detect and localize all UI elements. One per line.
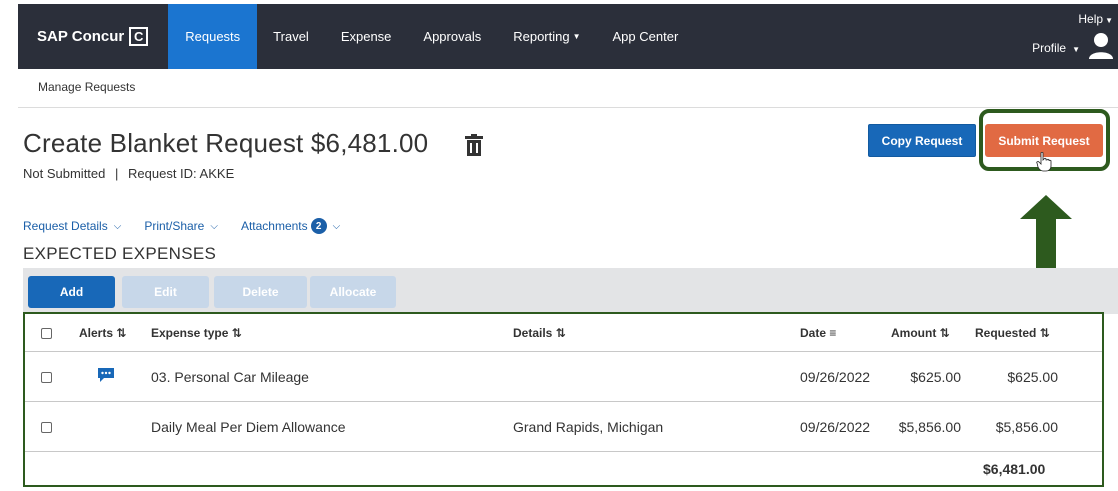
nav-requests-label: Requests	[185, 29, 241, 44]
add-button[interactable]: Add	[28, 276, 115, 308]
section-title: EXPECTED EXPENSES	[23, 244, 217, 263]
trash-icon[interactable]	[464, 134, 484, 156]
nav-reporting[interactable]: Reporting ▼	[497, 4, 596, 69]
nav-approvals-label: Approvals	[423, 29, 482, 44]
green-arrow-icon	[1020, 195, 1072, 269]
print-share-menu[interactable]: Print/Share ⌵	[144, 219, 218, 233]
col-details[interactable]: Details ⇅	[513, 326, 566, 340]
total-amount: $6,481.00	[983, 461, 1046, 477]
top-nav: SAP Concur C Requests Travel Expense App…	[18, 4, 1118, 69]
col-expense-type[interactable]: Expense type ⇅	[151, 326, 242, 340]
status-separator: |	[115, 166, 119, 181]
col-alerts-label: Alerts	[79, 326, 114, 340]
sort-icon: ⇅	[555, 326, 566, 340]
edit-button[interactable]: Edit	[122, 276, 209, 308]
caret-down-icon: ▼	[1105, 16, 1113, 25]
date-cell: 09/26/2022	[800, 419, 871, 435]
request-subnav: Request Details ⌵ Print/Share ⌵ Attachme…	[23, 218, 363, 234]
request-status-line: Not Submitted | Request ID: AKKE	[23, 166, 234, 181]
nav-travel[interactable]: Travel	[257, 4, 325, 69]
brand-mark: C	[129, 27, 149, 46]
caret-down-icon: ▼	[572, 32, 581, 41]
expenses-table: Alerts ⇅ Expense type ⇅ Details ⇅ Date ≡…	[23, 312, 1104, 487]
comment-alert-icon[interactable]	[97, 367, 115, 383]
table-header: Alerts ⇅ Expense type ⇅ Details ⇅ Date ≡…	[25, 314, 1102, 352]
nav-app-center[interactable]: App Center	[597, 4, 695, 69]
user-avatar-icon[interactable]	[1088, 32, 1114, 60]
request-details-label: Request Details	[23, 219, 108, 233]
chevron-down-icon: ⌵	[210, 220, 218, 232]
nav-right: Help ▼ Profile ▼	[998, 4, 1118, 69]
details-cell: Grand Rapids, Michigan	[513, 419, 664, 435]
col-amount[interactable]: Amount ⇅	[891, 326, 950, 340]
main-nav: Requests Travel Expense Approvals Report…	[168, 4, 694, 69]
request-details-menu[interactable]: Request Details ⌵	[23, 219, 121, 233]
brand-name: SAP Concur	[37, 28, 125, 45]
page-title: Create Blanket Request $6,481.00	[23, 128, 429, 158]
help-menu[interactable]: Help ▼	[1078, 12, 1113, 26]
nav-approvals[interactable]: Approvals	[407, 4, 497, 69]
date-cell: 09/26/2022	[800, 369, 871, 385]
col-date-label: Date	[800, 326, 827, 340]
request-status: Not Submitted	[23, 166, 106, 181]
caret-down-icon: ▼	[1072, 45, 1080, 54]
sort-icon: ⇅	[939, 326, 950, 340]
attachments-count-badge: 2	[310, 218, 327, 234]
profile-label: Profile	[1032, 41, 1067, 55]
attachments-menu[interactable]: Attachments 2 ⌵	[241, 218, 340, 234]
print-share-label: Print/Share	[144, 219, 205, 233]
col-amount-label: Amount	[891, 326, 937, 340]
sort-icon: ⇅	[116, 326, 127, 340]
amount-cell: $625.00	[910, 369, 961, 385]
expense-type-cell: Daily Meal Per Diem Allowance	[151, 419, 346, 435]
col-details-label: Details	[513, 326, 553, 340]
hand-cursor-icon	[1036, 152, 1052, 172]
chevron-down-icon: ⌵	[332, 220, 341, 232]
row-checkbox[interactable]	[41, 372, 52, 383]
chevron-down-icon: ⌵	[113, 220, 122, 232]
col-requested-label: Requested	[975, 326, 1037, 340]
delete-button[interactable]: Delete	[214, 276, 307, 308]
table-row[interactable]: Daily Meal Per Diem Allowance Grand Rapi…	[25, 402, 1102, 452]
nav-expense-label: Expense	[340, 29, 392, 44]
sort-icon: ⇅	[1039, 326, 1050, 340]
help-label: Help	[1078, 12, 1104, 26]
nav-app-center-label: App Center	[612, 29, 679, 44]
request-id: Request ID: AKKE	[128, 166, 235, 181]
row-checkbox[interactable]	[41, 422, 52, 433]
sap-concur-logo[interactable]: SAP Concur C	[37, 27, 149, 46]
amount-cell: $5,856.00	[898, 419, 961, 435]
sort-icon: ⇅	[231, 326, 242, 340]
nav-travel-label: Travel	[273, 29, 309, 44]
breadcrumb[interactable]: Manage Requests	[38, 80, 135, 94]
expenses-toolbar: Add Edit Delete Allocate	[23, 268, 1118, 314]
expense-type-cell: 03. Personal Car Mileage	[151, 369, 309, 385]
nav-expense[interactable]: Expense	[325, 4, 408, 69]
col-expense-type-label: Expense type	[151, 326, 229, 340]
select-all-checkbox[interactable]	[41, 328, 52, 339]
header-divider	[18, 107, 1118, 108]
allocate-button[interactable]: Allocate	[310, 276, 396, 308]
table-row[interactable]: 03. Personal Car Mileage 09/26/2022 $625…	[25, 352, 1102, 402]
filter-icon: ≡	[829, 326, 837, 340]
attachments-label: Attachments	[240, 219, 308, 233]
col-requested[interactable]: Requested ⇅	[975, 326, 1050, 340]
requested-cell: $5,856.00	[995, 419, 1058, 435]
col-date[interactable]: Date ≡	[800, 326, 836, 340]
col-alerts[interactable]: Alerts ⇅	[79, 326, 126, 340]
copy-request-button[interactable]: Copy Request	[868, 124, 976, 157]
nav-reporting-label: Reporting	[513, 29, 570, 44]
requested-cell: $625.00	[1007, 369, 1058, 385]
profile-menu[interactable]: Profile ▼	[1032, 41, 1080, 55]
nav-requests[interactable]: Requests	[168, 4, 258, 69]
